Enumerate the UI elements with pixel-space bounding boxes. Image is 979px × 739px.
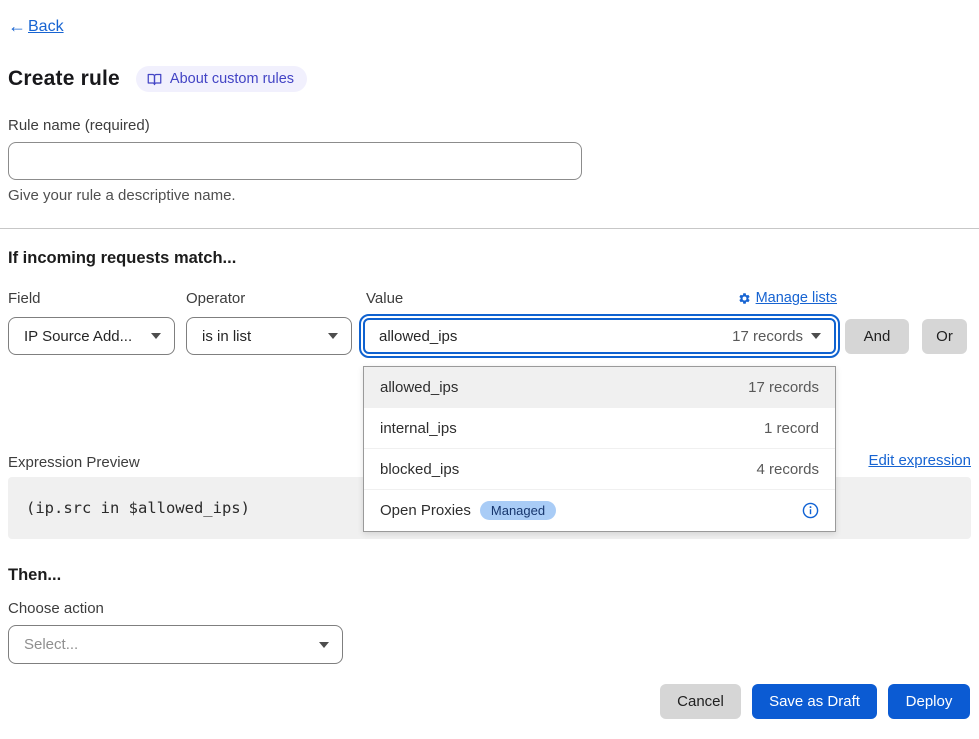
value-label: Value bbox=[366, 290, 403, 307]
list-option-allowed-ips[interactable]: allowed_ips 17 records bbox=[364, 367, 835, 408]
gear-icon bbox=[738, 292, 751, 305]
info-icon[interactable] bbox=[802, 502, 819, 519]
chevron-down-icon bbox=[328, 333, 338, 339]
cancel-button[interactable]: Cancel bbox=[660, 684, 741, 719]
list-option-name: blocked_ips bbox=[380, 461, 459, 478]
list-option-records: 1 record bbox=[764, 420, 819, 437]
title-row: Create rule About custom rules bbox=[8, 66, 307, 92]
and-button[interactable]: And bbox=[845, 319, 909, 354]
value-dropdown-panel: allowed_ips 17 records internal_ips 1 re… bbox=[363, 366, 836, 532]
list-option-open-proxies[interactable]: Open Proxies Managed bbox=[364, 490, 835, 531]
rule-name-helper-text: Give your rule a descriptive name. bbox=[8, 187, 236, 204]
list-option-blocked-ips[interactable]: blocked_ips 4 records bbox=[364, 449, 835, 490]
about-custom-rules-link[interactable]: About custom rules bbox=[136, 66, 307, 92]
save-as-draft-button[interactable]: Save as Draft bbox=[752, 684, 877, 719]
list-option-name: Open Proxies bbox=[380, 502, 471, 519]
action-select-placeholder: Select... bbox=[24, 636, 78, 653]
list-option-records: 17 records bbox=[748, 379, 819, 396]
value-combobox[interactable]: allowed_ips 17 records bbox=[359, 314, 840, 358]
managed-badge: Managed bbox=[480, 501, 556, 520]
rule-name-label: Rule name (required) bbox=[8, 117, 150, 134]
list-option-records: 4 records bbox=[756, 461, 819, 478]
expression-code: (ip.src in $allowed_ips) bbox=[26, 499, 250, 517]
or-button[interactable]: Or bbox=[922, 319, 967, 354]
match-section-heading: If incoming requests match... bbox=[8, 249, 236, 268]
back-link-label: Back bbox=[28, 18, 64, 36]
field-select-value: IP Source Add... bbox=[24, 328, 132, 345]
value-combobox-inner: allowed_ips 17 records bbox=[363, 318, 836, 354]
deploy-button[interactable]: Deploy bbox=[888, 684, 970, 719]
book-icon bbox=[147, 72, 162, 87]
value-combobox-meta: 17 records bbox=[732, 328, 821, 345]
manage-lists-label: Manage lists bbox=[756, 290, 837, 306]
chevron-down-icon bbox=[811, 333, 821, 339]
list-option-internal-ips[interactable]: internal_ips 1 record bbox=[364, 408, 835, 449]
choose-action-label: Choose action bbox=[8, 600, 104, 617]
manage-lists-link[interactable]: Manage lists bbox=[738, 290, 837, 306]
chevron-down-icon bbox=[319, 642, 329, 648]
back-link[interactable]: ← Back bbox=[8, 16, 64, 37]
field-select[interactable]: IP Source Add... bbox=[8, 317, 175, 355]
list-option-open-proxies-left: Open Proxies Managed bbox=[380, 501, 556, 520]
operator-select-value: is in list bbox=[202, 328, 251, 345]
then-section-heading: Then... bbox=[8, 566, 61, 585]
value-records-count: 17 records bbox=[732, 328, 803, 345]
expression-preview-label: Expression Preview bbox=[8, 454, 140, 471]
chevron-down-icon bbox=[151, 333, 161, 339]
back-arrow-icon: ← bbox=[8, 16, 26, 37]
action-select[interactable]: Select... bbox=[8, 625, 343, 664]
value-combobox-value: allowed_ips bbox=[379, 328, 457, 345]
field-label: Field bbox=[8, 290, 41, 307]
section-divider bbox=[0, 228, 979, 229]
list-option-name: internal_ips bbox=[380, 420, 457, 437]
rule-name-input[interactable] bbox=[8, 142, 582, 180]
operator-select[interactable]: is in list bbox=[186, 317, 352, 355]
list-option-name: allowed_ips bbox=[380, 379, 458, 396]
about-custom-rules-label: About custom rules bbox=[170, 71, 294, 87]
operator-label: Operator bbox=[186, 290, 245, 307]
edit-expression-link[interactable]: Edit expression bbox=[868, 452, 971, 469]
page-title: Create rule bbox=[8, 67, 120, 91]
